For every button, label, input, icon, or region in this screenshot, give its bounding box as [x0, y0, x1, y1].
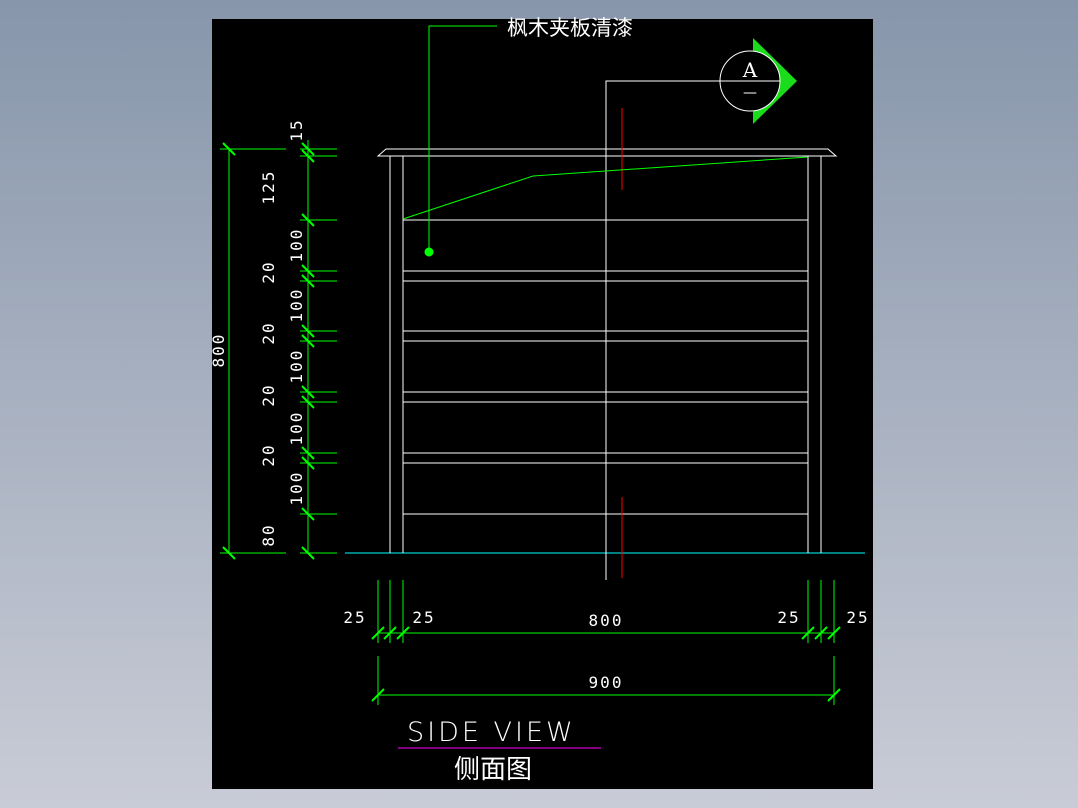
- cad-drawing: 枫木夹板清漆 A — 800 15 125 100 20 100 20 100 20 100 20…: [209, 16, 873, 789]
- view-title-en: SIDE VIEW: [407, 717, 576, 748]
- dim-segment-label: 20: [259, 383, 278, 406]
- dim-segment-label: 125: [259, 170, 278, 205]
- dim-segment-label: 20: [259, 260, 278, 283]
- section-sheet: —: [743, 85, 757, 101]
- dim-segment-label: 15: [287, 118, 306, 141]
- dim-segment-label: 100: [287, 288, 306, 323]
- dim-right-leg-inner: 25: [777, 608, 800, 627]
- dim-segment-label: 20: [259, 321, 278, 344]
- dim-segment-label: 100: [287, 349, 306, 384]
- dim-right-leg-outer: 25: [846, 608, 869, 627]
- dim-segment-label: 80: [259, 523, 278, 546]
- section-letter: A: [742, 58, 758, 82]
- dim-segment-label: 20: [259, 443, 278, 466]
- dim-overall-height: 800: [209, 333, 228, 368]
- dim-inner-width: 800: [589, 611, 624, 630]
- dim-segment-label: 100: [287, 228, 306, 263]
- view-title-cn: 侧面图: [454, 755, 532, 785]
- dim-segment-label: 100: [287, 411, 306, 446]
- material-note: 枫木夹板清漆: [507, 16, 633, 40]
- dim-left-leg-inner: 25: [412, 608, 435, 627]
- dim-overall-width: 900: [589, 673, 624, 692]
- dim-segment-label: 100: [287, 471, 306, 506]
- dim-left-leg-outer: 25: [343, 608, 366, 627]
